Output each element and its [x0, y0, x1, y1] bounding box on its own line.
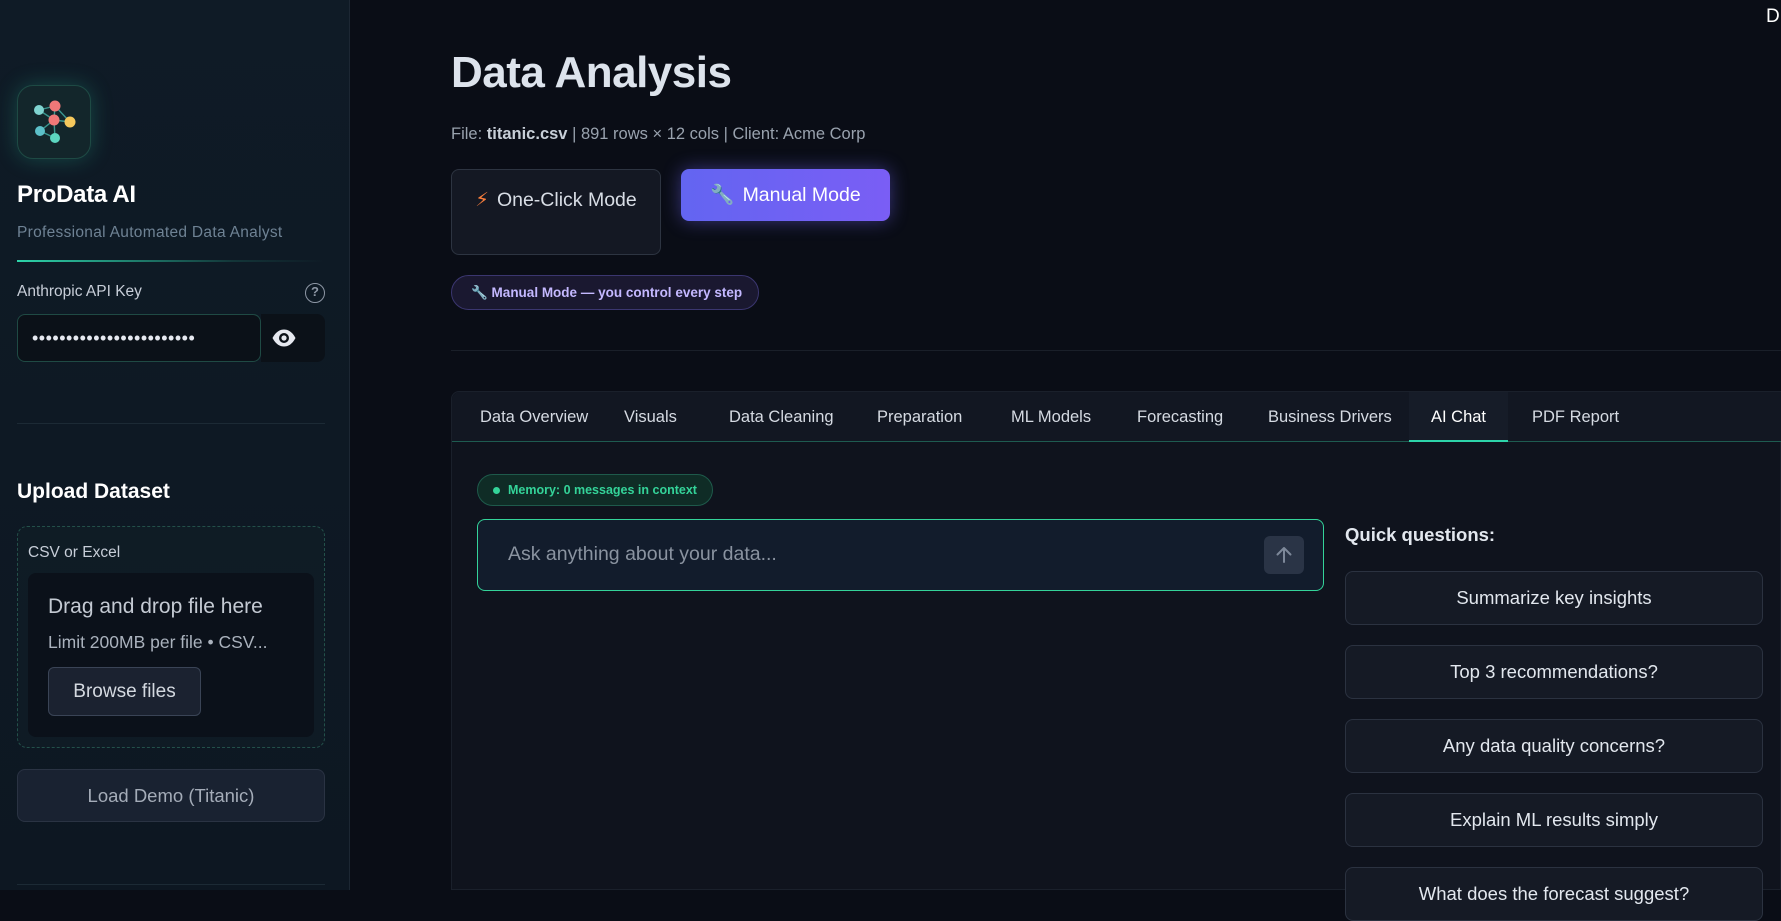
tab-ml-models[interactable]: ML Models — [1007, 392, 1095, 442]
tab-panel: Data Overview Visuals Data Cleaning Prep… — [451, 391, 1781, 921]
one-click-mode-label: One-Click Mode — [496, 189, 637, 211]
one-click-mode-button[interactable]: ⚡ One-Click Mode — [451, 169, 661, 255]
tab-data-cleaning[interactable]: Data Cleaning — [725, 392, 838, 442]
brand-title: ProData AI — [17, 181, 136, 208]
file-dropzone[interactable]: Drag and drop file here Limit 200MB per … — [28, 573, 314, 737]
toggle-visibility-button[interactable] — [261, 314, 325, 362]
file-meta: File: titanic.csv | 891 rows × 12 cols |… — [451, 125, 865, 144]
quick-question-button[interactable]: Explain ML results simply — [1345, 793, 1763, 847]
dropzone-limit: Limit 200MB per file • CSV... — [48, 632, 268, 652]
tab-bar: Data Overview Visuals Data Cleaning Prep… — [452, 392, 1781, 442]
tab-visuals[interactable]: Visuals — [620, 392, 681, 442]
main-divider — [451, 350, 1781, 351]
manual-mode-label: Manual Mode — [742, 184, 861, 206]
browse-files-button[interactable]: Browse files — [48, 667, 201, 716]
upload-zone: CSV or Excel Drag and drop file here Lim… — [17, 526, 325, 748]
chat-input[interactable] — [478, 520, 1248, 589]
quick-question-button[interactable]: What does the forecast suggest? — [1345, 867, 1763, 921]
quick-question-button[interactable]: Summarize key insights — [1345, 571, 1763, 625]
wrench-icon: 🔧 — [710, 184, 735, 206]
brand-divider — [17, 260, 325, 262]
memory-status-text: Memory: 0 messages in context — [508, 483, 697, 497]
sidebar: ProData AI Professional Automated Data A… — [0, 0, 350, 890]
quick-question-button[interactable]: Any data quality concerns? — [1345, 719, 1763, 773]
manual-mode-button[interactable]: 🔧 Manual Mode — [681, 169, 890, 221]
tab-forecasting[interactable]: Forecasting — [1133, 392, 1227, 442]
quick-questions-title: Quick questions: — [1345, 524, 1496, 545]
load-demo-button[interactable]: Load Demo (Titanic) — [17, 769, 325, 822]
page-title: Data Analysis — [451, 48, 732, 97]
tab-preparation[interactable]: Preparation — [873, 392, 966, 442]
tab-pdf-report[interactable]: PDF Report — [1528, 392, 1623, 442]
mode-status-badge: 🔧 Manual Mode — you control every step — [451, 275, 760, 310]
chat-input-container — [477, 519, 1324, 591]
bolt-icon: ⚡ — [475, 189, 489, 211]
send-button[interactable] — [1264, 536, 1304, 574]
eye-icon — [272, 329, 296, 347]
file-meta-label: File: — [451, 125, 483, 143]
arrow-up-icon — [1276, 547, 1292, 563]
tab-ai-chat[interactable]: AI Chat — [1409, 392, 1508, 442]
sidebar-divider — [17, 423, 325, 424]
network-nodes-icon — [34, 100, 76, 143]
file-name: titanic.csv — [486, 125, 568, 143]
status-dot-icon — [493, 487, 500, 494]
api-key-input[interactable] — [17, 314, 261, 362]
memory-status-badge: Memory: 0 messages in context — [477, 474, 713, 506]
tab-data-overview[interactable]: Data Overview — [476, 392, 592, 442]
upload-title: Upload Dataset — [17, 480, 170, 503]
corner-text: D — [1766, 6, 1780, 27]
quick-question-button[interactable]: Top 3 recommendations? — [1345, 645, 1763, 699]
dropzone-title: Drag and drop file here — [48, 595, 263, 618]
tab-business-drivers[interactable]: Business Drivers — [1264, 392, 1396, 442]
upload-label: CSV or Excel — [28, 544, 121, 561]
brand-subtitle: Professional Automated Data Analyst — [17, 224, 283, 241]
help-circle-icon[interactable]: ? — [305, 283, 325, 303]
logo — [17, 85, 91, 159]
api-key-label: Anthropic API Key — [17, 283, 142, 300]
file-meta-details: | 891 rows × 12 cols | Client: Acme Corp — [572, 125, 866, 143]
sidebar-divider-bottom — [17, 884, 325, 885]
